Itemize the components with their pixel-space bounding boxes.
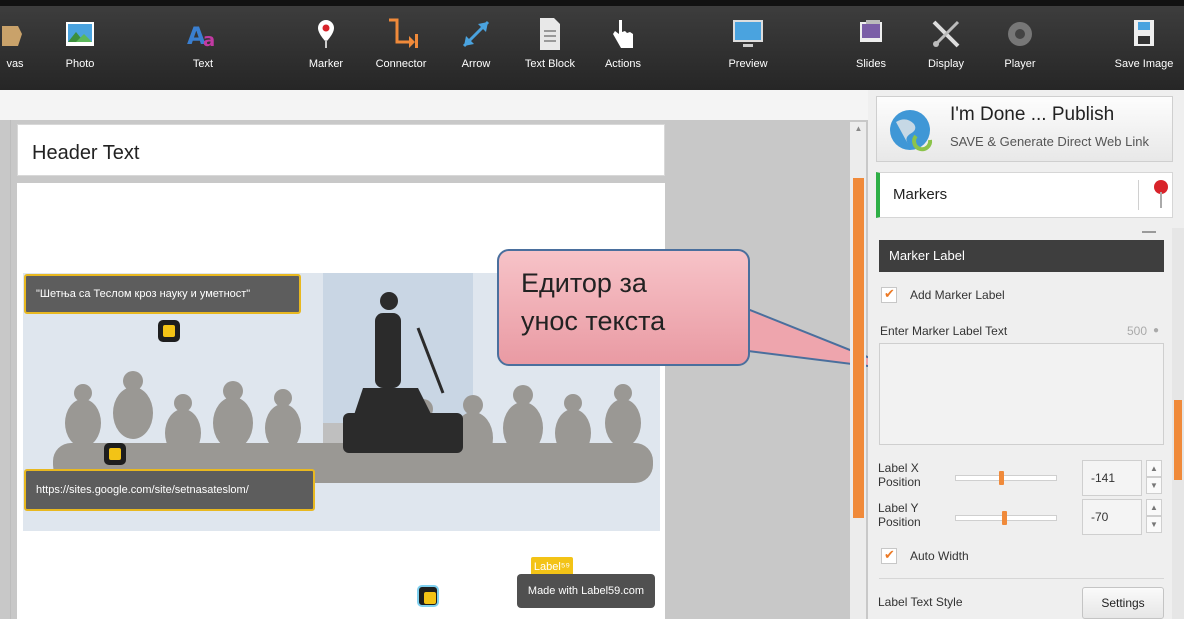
arrow-icon xyxy=(462,20,490,48)
player-icon xyxy=(1008,22,1032,46)
toolbar-text-button[interactable]: Aa Text xyxy=(180,16,226,70)
spin-up-icon[interactable]: ▲ xyxy=(1146,460,1162,477)
label-x-input[interactable]: -141 xyxy=(1082,460,1142,496)
callout-text: Едитор за унос текста xyxy=(521,264,741,340)
toolbar-label: Photo xyxy=(65,58,95,70)
spin-down-icon[interactable]: ▼ xyxy=(1146,477,1162,494)
made-with-badge[interactable]: Made with Label59.com xyxy=(517,574,655,608)
callout-line-1: Едитор за xyxy=(521,268,647,298)
markers-divider xyxy=(1138,180,1139,210)
label-x-slider-thumb[interactable] xyxy=(998,471,1004,485)
toolbar-save-image-button[interactable]: Save Image xyxy=(1108,16,1180,70)
collapse-icon[interactable] xyxy=(1142,231,1156,233)
marker-label-header: Marker Label xyxy=(879,240,1164,272)
toolbar-label: vas xyxy=(6,58,24,70)
marker-point[interactable] xyxy=(158,320,180,342)
panel-separator xyxy=(879,578,1164,579)
toolbar-preview-button[interactable]: Preview xyxy=(722,16,774,70)
toolbar-label: Arrow xyxy=(461,58,491,70)
char-limit: 500 xyxy=(1127,324,1148,338)
toolbar-connector-button[interactable]: Connector xyxy=(370,16,432,70)
toolbar-canvas-button[interactable]: vas xyxy=(0,16,30,70)
toolbar-photo-button[interactable]: Photo xyxy=(56,16,104,70)
slides-icon xyxy=(860,20,882,42)
toolbar-marker-button[interactable]: Marker xyxy=(304,16,348,70)
publish-subtitle: SAVE & Generate Direct Web Link xyxy=(950,134,1149,149)
add-marker-label-text: Add Marker Label xyxy=(910,288,1005,302)
toolbar-label: Preview xyxy=(728,58,768,70)
globe-icon xyxy=(890,110,933,152)
toolbar-label: Slides xyxy=(856,58,886,70)
toolbar-label: Connector xyxy=(375,58,427,70)
enter-label-text-label: Enter Marker Label Text xyxy=(880,324,1008,338)
label-x-text: Label X xyxy=(878,461,919,475)
label-y-text: Label Y xyxy=(878,501,919,515)
toolbar-label: Text Block xyxy=(524,58,576,70)
label-y-spinner[interactable]: ▲ ▼ xyxy=(1146,499,1162,535)
label-x-position-text: Position xyxy=(878,475,921,489)
auto-width-checkbox[interactable] xyxy=(881,547,897,564)
toolbar-arrow-button[interactable]: Arrow xyxy=(454,16,498,70)
left-divider xyxy=(10,120,11,619)
marker-point[interactable] xyxy=(104,443,126,465)
header-text: Header Text xyxy=(32,142,140,164)
toolbar-player-button[interactable]: Player xyxy=(996,16,1044,70)
marker-label-textarea[interactable] xyxy=(879,343,1164,445)
spin-up-icon[interactable]: ▲ xyxy=(1146,499,1162,516)
marker-pin-icon xyxy=(1154,180,1168,208)
toolbar-text-block-button[interactable]: Text Block xyxy=(520,16,580,70)
marker-point-selected[interactable] xyxy=(417,585,439,607)
label-y-title: Label Y Position xyxy=(878,501,921,529)
add-marker-label-checkbox[interactable] xyxy=(881,286,897,303)
text-icon: Aa xyxy=(187,22,215,51)
label-y-input[interactable]: -70 xyxy=(1082,499,1142,535)
label-y-slider-thumb[interactable] xyxy=(1001,511,1007,525)
toolbar-actions-button[interactable]: Actions xyxy=(600,16,646,70)
toolbar-label: Display xyxy=(927,58,965,70)
toolbar-slides-button[interactable]: Slides xyxy=(848,16,894,70)
label-x-spinner[interactable]: ▲ ▼ xyxy=(1146,460,1162,496)
toolbar-label: Player xyxy=(1004,58,1036,70)
auto-width-text: Auto Width xyxy=(910,549,969,563)
connector-icon xyxy=(389,18,418,48)
canvas-icon xyxy=(2,26,22,46)
marker-icon xyxy=(318,20,334,48)
panel-scrollbar-thumb[interactable] xyxy=(1174,400,1182,480)
toolbar-label: Save Image xyxy=(1114,58,1174,70)
actions-icon xyxy=(613,20,633,48)
canvas-scrollbar-thumb[interactable] xyxy=(853,178,864,518)
scroll-up-icon[interactable]: ▲ xyxy=(853,124,864,136)
toolbar-label: Actions xyxy=(604,58,642,70)
toolbar-display-button[interactable]: Display xyxy=(920,16,972,70)
callout-line-2: унос текста xyxy=(521,306,666,336)
marker-label-url[interactable]: https://sites.google.com/site/setnasates… xyxy=(24,469,315,511)
label-x-title: Label X Position xyxy=(878,461,921,489)
save-image-icon xyxy=(1134,20,1154,46)
markers-title: Markers xyxy=(893,186,948,203)
svg-text:a: a xyxy=(203,30,215,51)
preview-icon xyxy=(733,20,763,47)
marker-label-title[interactable]: "Шетња са Теслом кроз науку и уметност" xyxy=(24,274,301,314)
text-block-icon xyxy=(540,18,560,50)
settings-button[interactable]: Settings xyxy=(1082,587,1164,619)
char-counter-icon: ● xyxy=(1153,325,1160,336)
photo-icon xyxy=(66,22,94,46)
label-text-style-title: Label Text Style xyxy=(878,595,963,609)
label-x-slider[interactable] xyxy=(955,475,1057,481)
publish-title: I'm Done ... Publish xyxy=(950,104,1115,125)
toolbar-label: Text xyxy=(192,58,214,70)
label-y-position-text: Position xyxy=(878,515,921,529)
toolbar-label: Marker xyxy=(308,58,344,70)
spin-down-icon[interactable]: ▼ xyxy=(1146,516,1162,533)
display-icon xyxy=(932,20,960,48)
